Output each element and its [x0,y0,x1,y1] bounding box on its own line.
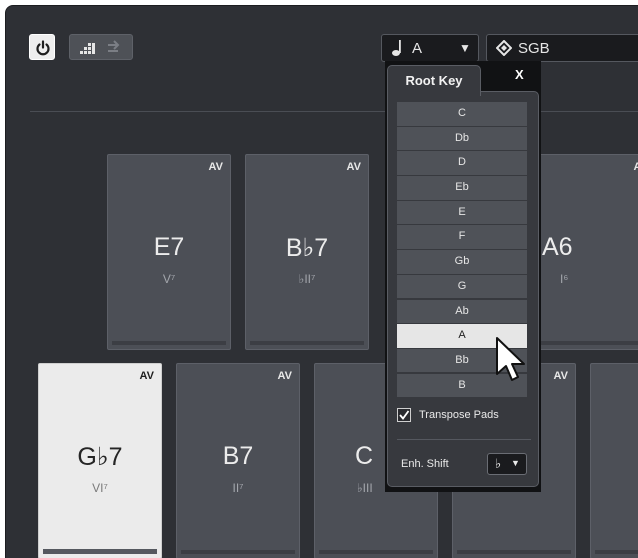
voicing-dropdown[interactable]: SGB [486,34,638,62]
chord-pad[interactable] [590,363,638,558]
pad-level-bar [43,549,157,554]
tab-root-key[interactable]: Root Key [387,65,481,96]
chord-degree: II⁷ [232,481,244,495]
enh-shift-dropdown[interactable]: ♭ ▼ [487,453,527,475]
key-item-g[interactable]: G [397,274,527,299]
flat-value: ♭ [495,456,502,471]
chevron-down-icon: ▼ [459,41,471,55]
power-button[interactable] [29,34,55,60]
note-icon [392,40,401,56]
adaptive-voicing-badge: AV [346,161,361,173]
chord-name: B♭7 [285,234,329,262]
key-item-c[interactable]: C [397,102,527,126]
chord-editor-button[interactable] [69,34,133,60]
close-icon[interactable]: X [515,67,524,82]
chevron-down-icon: ▼ [511,458,520,468]
chord-name: C [355,442,374,470]
arrow-right-icon [108,40,120,52]
pad-level-bar [181,550,295,554]
pad-level-bar [526,341,638,345]
key-item-f[interactable]: F [397,225,527,249]
adaptive-voicing-badge: AV [277,370,292,382]
chord-pads-window: A ▼ SGB AV E7 V⁷ AV B♭7 ♭II⁷ AV A6 [0,0,638,558]
voicing-icon [496,40,512,56]
transpose-pads-label: Transpose Pads [419,409,499,421]
adaptive-voicing-badge: AV [139,370,154,382]
chord-degree: ♭III [357,481,373,495]
chord-degree: VI⁷ [92,481,108,495]
chord-pad[interactable]: AV B7 II⁷ [176,363,300,558]
checkmark-icon [399,410,410,420]
root-key-value: A [412,40,423,57]
chord-name: G♭7 [77,443,123,471]
chord-degree: V⁷ [162,272,176,286]
chord-name: B7 [222,442,254,470]
pad-level-bar [112,341,226,345]
root-key-dropdown[interactable]: A ▼ [381,34,479,62]
pad-level-bar [595,550,638,554]
adaptive-voicing-badge: AV [553,370,568,382]
adaptive-voicing-badge: AV [634,161,638,173]
chord-name: A6 [542,233,573,261]
adaptive-voicing-badge: AV [208,161,223,173]
key-item-e[interactable]: E [397,200,527,225]
key-item-ab[interactable]: Ab [397,299,527,323]
chord-name: E7 [153,233,185,261]
voicing-value: SGB [518,40,550,57]
enh-shift-label: Enh. Shift [401,458,449,470]
chord-pad[interactable]: AV E7 V⁷ [107,154,231,350]
divider [397,439,531,440]
chord-degree: ♭II⁷ [298,272,316,286]
chord-pads-panel: A ▼ SGB AV E7 V⁷ AV B♭7 ♭II⁷ AV A6 [5,5,638,558]
chord-degree: I⁶ [560,272,569,286]
divider [30,111,638,112]
chord-pad-selected[interactable]: AV G♭7 VI⁷ [38,363,162,558]
key-item-eb[interactable]: Eb [397,176,527,200]
mouse-cursor-icon [496,337,525,381]
key-item-gb[interactable]: Gb [397,250,527,274]
transpose-pads-checkbox[interactable] [397,408,411,422]
pad-level-bar [250,341,364,345]
pad-level-bar [457,550,571,554]
power-icon [36,40,50,56]
chord-pad[interactable]: AV B♭7 ♭II⁷ [245,154,369,350]
key-item-d[interactable]: D [397,151,527,175]
key-item-db[interactable]: Db [397,126,527,151]
pad-level-bar [319,550,433,554]
